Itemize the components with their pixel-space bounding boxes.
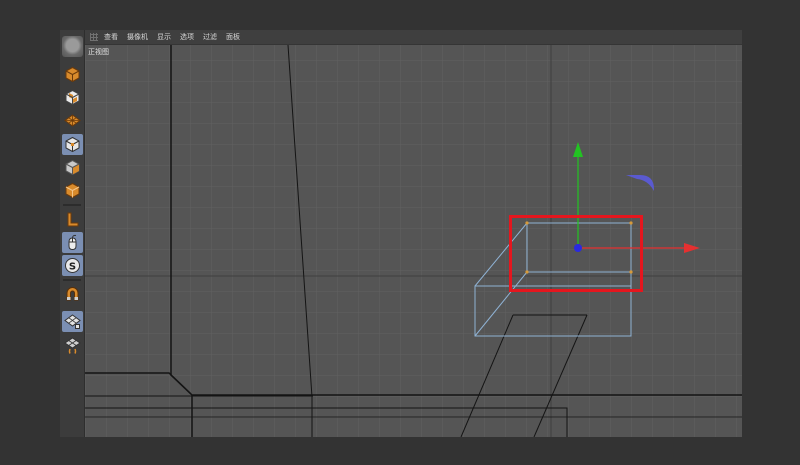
lock-grid-icon[interactable] [62,311,83,332]
menu-display[interactable]: 显示 [157,32,171,42]
menu-view[interactable]: 查看 [104,32,118,42]
mouse-icon[interactable] [62,232,83,253]
viewport-label: 正视图 [88,48,109,56]
grip-icon[interactable] [90,33,98,41]
left-toolbar: S [60,30,85,437]
menu-options[interactable]: 选项 [180,32,194,42]
toolbar-separator [63,204,81,206]
view-cube-icon[interactable] [62,64,83,85]
toolbar-separator [63,279,81,281]
workplane-grid-icon[interactable] [62,335,83,356]
axis-l-icon[interactable] [62,209,83,230]
viewport-menu-bar: 查看 摄像机 显示 选项 过滤 面板 [85,30,742,45]
cinema4d-window: S 查看 摄像机 显示 选项 过滤 面板 正视图 [60,30,742,437]
menu-filter[interactable]: 过滤 [203,32,217,42]
menu-camera[interactable]: 摄像机 [127,32,148,42]
app-logo-icon [62,36,83,57]
gizmo-center [574,244,582,252]
edge-cube-icon[interactable] [62,180,83,201]
front-viewport[interactable]: 正视图 [85,45,742,437]
magnet-icon[interactable] [62,284,83,305]
polygon-grid-icon[interactable] [62,110,83,131]
svg-text:S: S [69,261,76,272]
viewport-canvas[interactable] [85,45,742,437]
menu-panel[interactable]: 面板 [226,32,240,42]
object-checker-icon[interactable] [62,87,83,108]
points-cube-icon[interactable] [62,157,83,178]
snap-s-icon[interactable]: S [62,255,83,276]
active-cube-icon[interactable] [62,134,83,155]
